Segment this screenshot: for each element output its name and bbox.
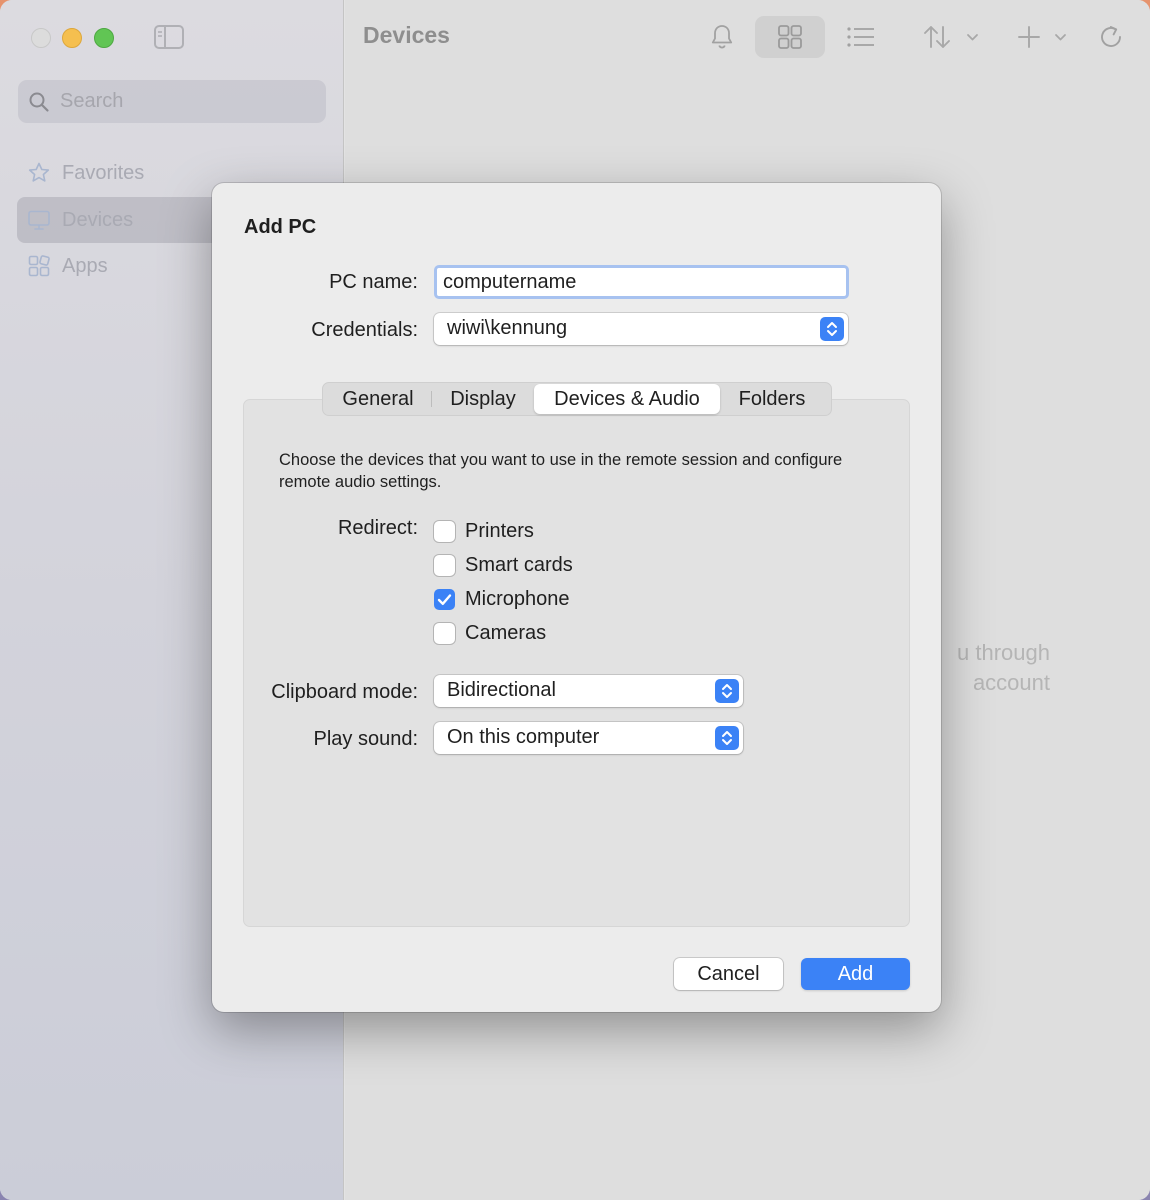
play-sound-value: On this computer xyxy=(447,726,600,748)
checkbox-label: Printers xyxy=(465,519,534,542)
sidebar-item-label: Favorites xyxy=(62,161,145,184)
microphone-checkbox[interactable] xyxy=(434,588,455,610)
zoom-window-button[interactable] xyxy=(94,28,114,48)
checkbox-label: Microphone xyxy=(465,587,570,610)
minimize-window-button[interactable] xyxy=(62,28,82,48)
tab-folders[interactable]: Folders xyxy=(720,384,824,414)
search-input[interactable] xyxy=(60,86,310,116)
credentials-label: Credentials: xyxy=(311,319,418,341)
sort-icon xyxy=(924,26,978,48)
sort-menu-button[interactable] xyxy=(918,16,984,58)
microphone-option[interactable]: Microphone xyxy=(434,587,570,611)
sidebar-item-label: Devices xyxy=(62,208,134,231)
smart-cards-option[interactable]: Smart cards xyxy=(434,553,573,577)
pc-name-input[interactable] xyxy=(434,265,849,299)
sidebar-toggle-icon[interactable] xyxy=(153,24,185,50)
grid-view-button[interactable] xyxy=(755,16,825,58)
smart-cards-checkbox[interactable] xyxy=(434,554,455,576)
close-window-button[interactable] xyxy=(31,28,51,48)
play-sound-label: Play sound: xyxy=(313,728,418,750)
grid-view-icon xyxy=(778,25,802,49)
app-window: Favorites Devices Apps Devices xyxy=(0,0,1150,1200)
checkmark-icon xyxy=(437,593,452,605)
cameras-option[interactable]: Cameras xyxy=(434,621,546,645)
popup-stepper-icon xyxy=(820,317,844,341)
list-view-icon xyxy=(847,27,874,47)
redirect-label: Redirect: xyxy=(337,517,418,539)
bell-icon xyxy=(711,25,733,49)
popup-stepper-icon xyxy=(715,726,739,750)
search-icon xyxy=(29,92,49,112)
star-icon xyxy=(28,162,50,182)
cameras-checkbox[interactable] xyxy=(434,622,455,644)
add-pc-dialog: Add PC PC name: Credentials: wiwi\kennun… xyxy=(212,183,941,1012)
clipboard-mode-value: Bidirectional xyxy=(447,679,556,701)
apps-icon xyxy=(28,255,50,277)
devices-description: Choose the devices that you want to use … xyxy=(279,451,843,491)
tab-bar: General Display Devices & Audio Folders xyxy=(322,382,832,416)
checkbox-label: Cameras xyxy=(465,621,547,644)
clipboard-mode-select[interactable]: Bidirectional xyxy=(434,675,743,707)
add-menu-button[interactable] xyxy=(1014,16,1070,58)
refresh-button[interactable] xyxy=(1095,16,1127,58)
credentials-value: wiwi\kennung xyxy=(447,317,568,339)
credentials-select[interactable]: wiwi\kennung xyxy=(434,313,848,345)
checkbox-label: Smart cards xyxy=(465,553,573,576)
printers-checkbox[interactable] xyxy=(434,520,455,542)
list-view-button[interactable] xyxy=(843,16,879,58)
sidebar-item-label: Apps xyxy=(62,254,108,277)
monitor-icon xyxy=(28,210,50,230)
search-field[interactable] xyxy=(18,80,326,123)
add-icon xyxy=(1018,26,1066,48)
add-button[interactable]: Add xyxy=(801,958,910,990)
printers-option[interactable]: Printers xyxy=(434,519,534,543)
cancel-button[interactable]: Cancel xyxy=(674,958,783,990)
tab-display[interactable]: Display xyxy=(432,384,534,414)
notifications-button[interactable] xyxy=(706,16,738,58)
refresh-icon xyxy=(1101,26,1121,47)
clipboard-mode-label: Clipboard mode: xyxy=(271,681,418,703)
page-title: Devices xyxy=(363,22,450,48)
pc-name-label: PC name: xyxy=(329,271,418,293)
popup-stepper-icon xyxy=(715,679,739,703)
dialog-title: Add PC xyxy=(244,216,317,238)
tab-devices-audio[interactable]: Devices & Audio xyxy=(534,384,720,414)
play-sound-select[interactable]: On this computer xyxy=(434,722,743,754)
tab-general[interactable]: General xyxy=(325,384,431,414)
